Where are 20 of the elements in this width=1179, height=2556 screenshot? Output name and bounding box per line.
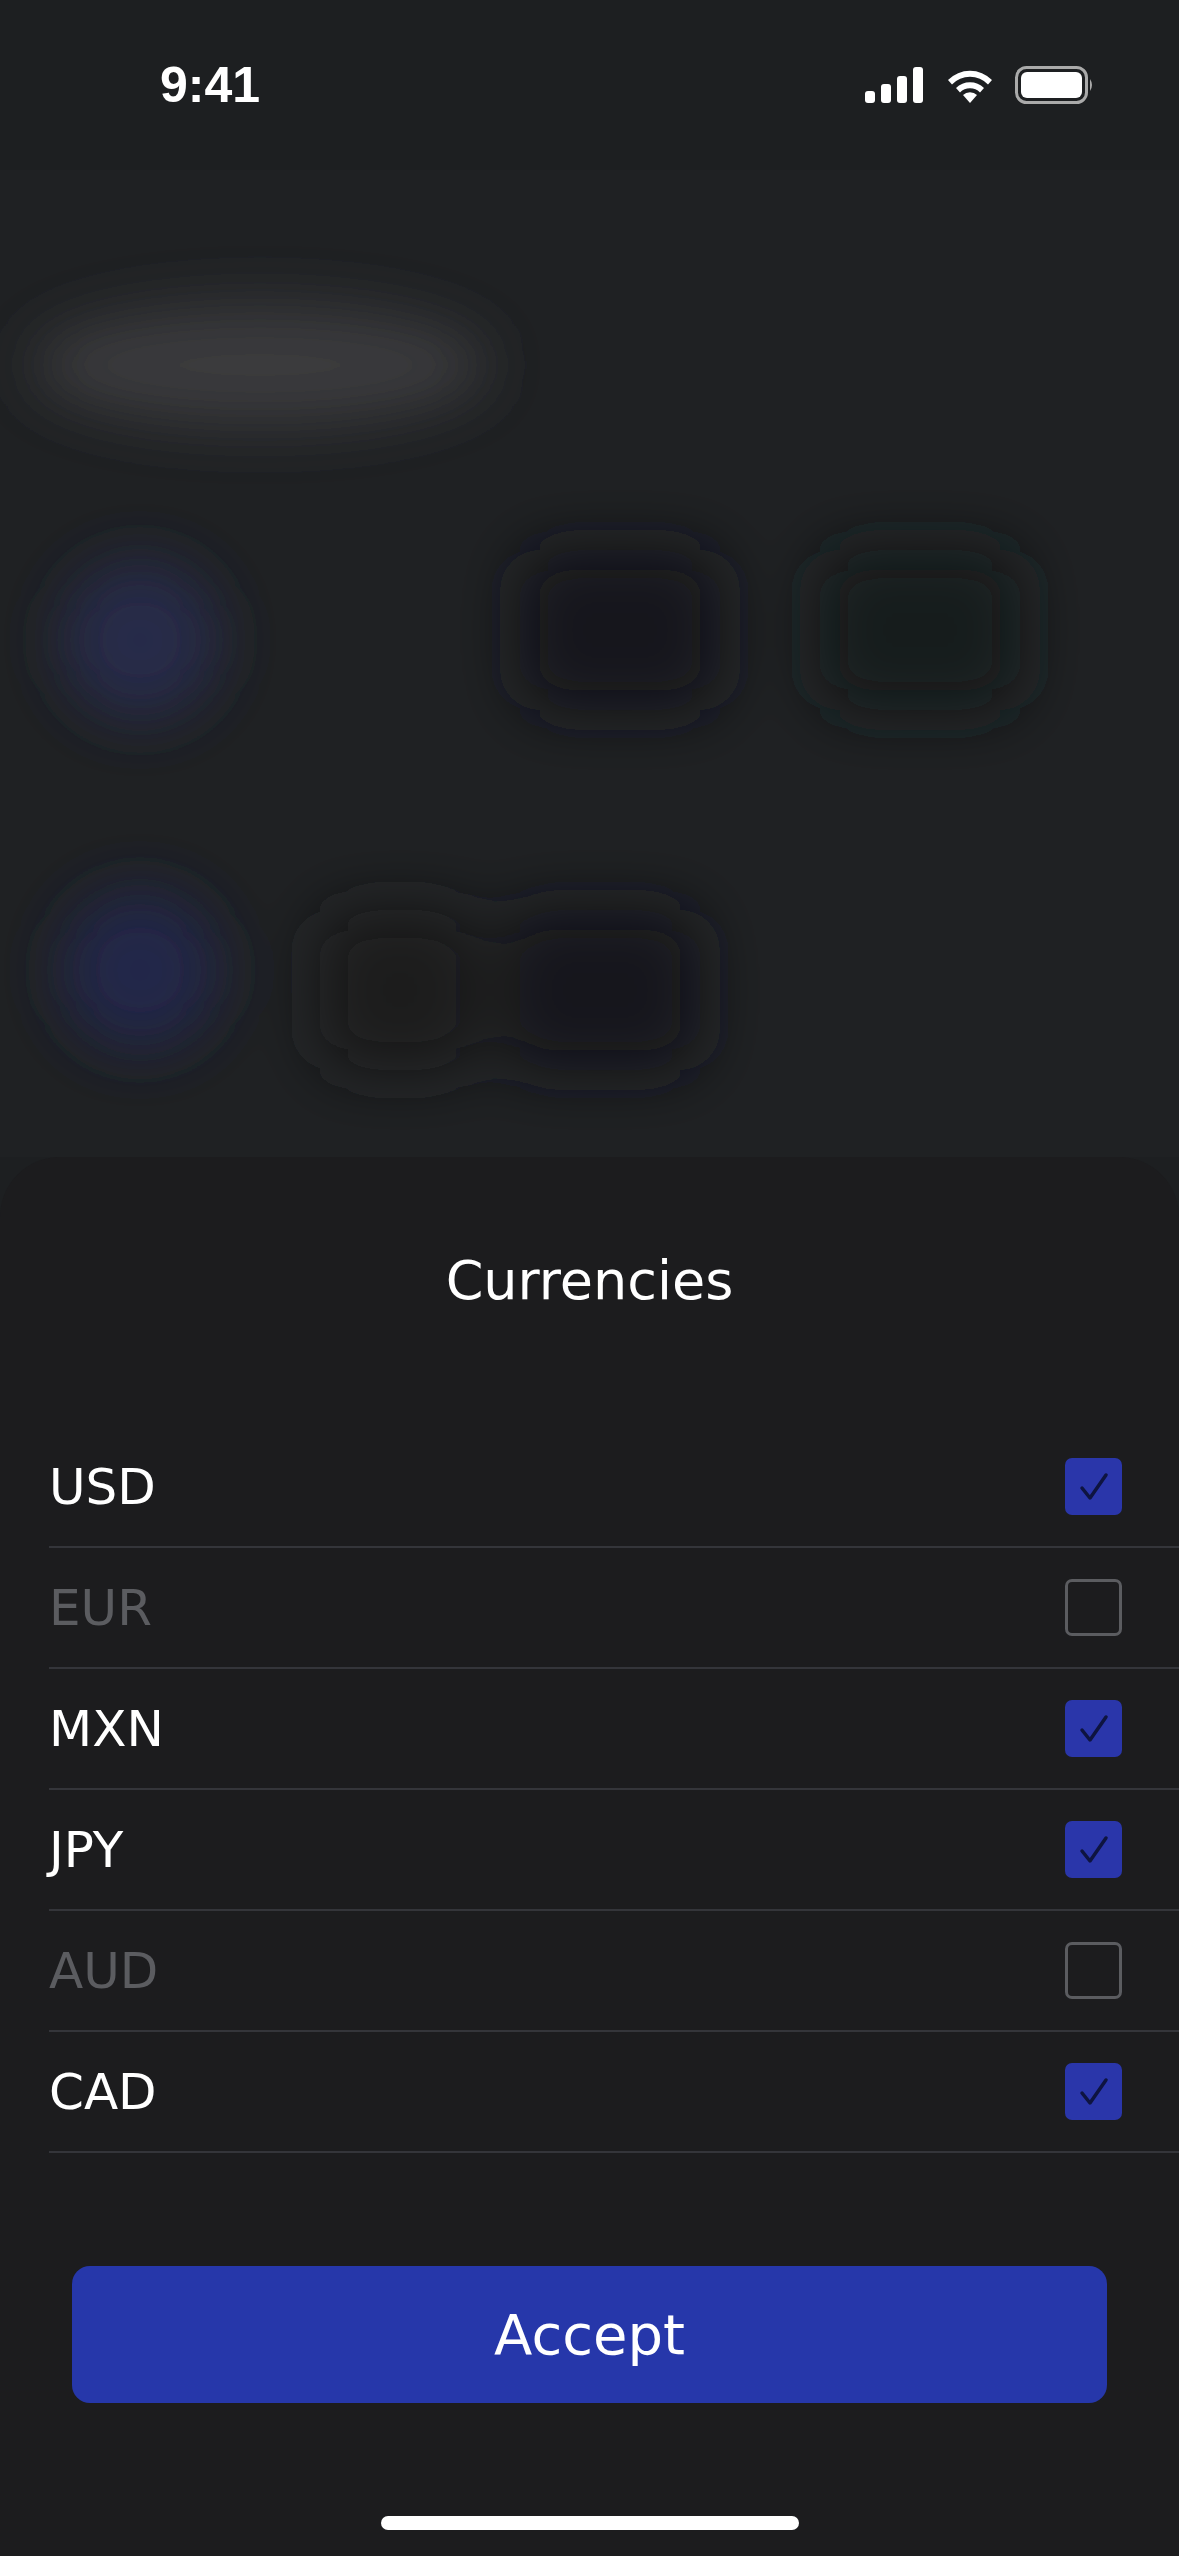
currency-label: CAD [49, 2062, 157, 2121]
checkbox[interactable] [1065, 1458, 1122, 1515]
checkbox[interactable] [1065, 2063, 1122, 2120]
checkbox[interactable] [1065, 1700, 1122, 1757]
checkmark-icon [1078, 2076, 1109, 2107]
currency-label: MXN [49, 1699, 164, 1758]
battery-icon [1015, 66, 1095, 104]
checkmark-icon [1078, 1713, 1109, 1744]
checkbox[interactable] [1065, 1579, 1122, 1636]
accept-button[interactable]: Accept [72, 2266, 1107, 2403]
checkbox[interactable] [1065, 1942, 1122, 1999]
checkbox[interactable] [1065, 1821, 1122, 1878]
currency-label: AUD [49, 1941, 159, 2000]
checkmark-icon [1078, 1834, 1109, 1865]
currency-label: EUR [49, 1578, 152, 1637]
sheet-title: Currencies [445, 1248, 734, 1314]
currency-label: USD [49, 1457, 156, 1516]
checkmark-icon [1078, 1471, 1109, 1502]
signal-icon [865, 67, 925, 103]
status-time: 9:41 [160, 56, 261, 114]
